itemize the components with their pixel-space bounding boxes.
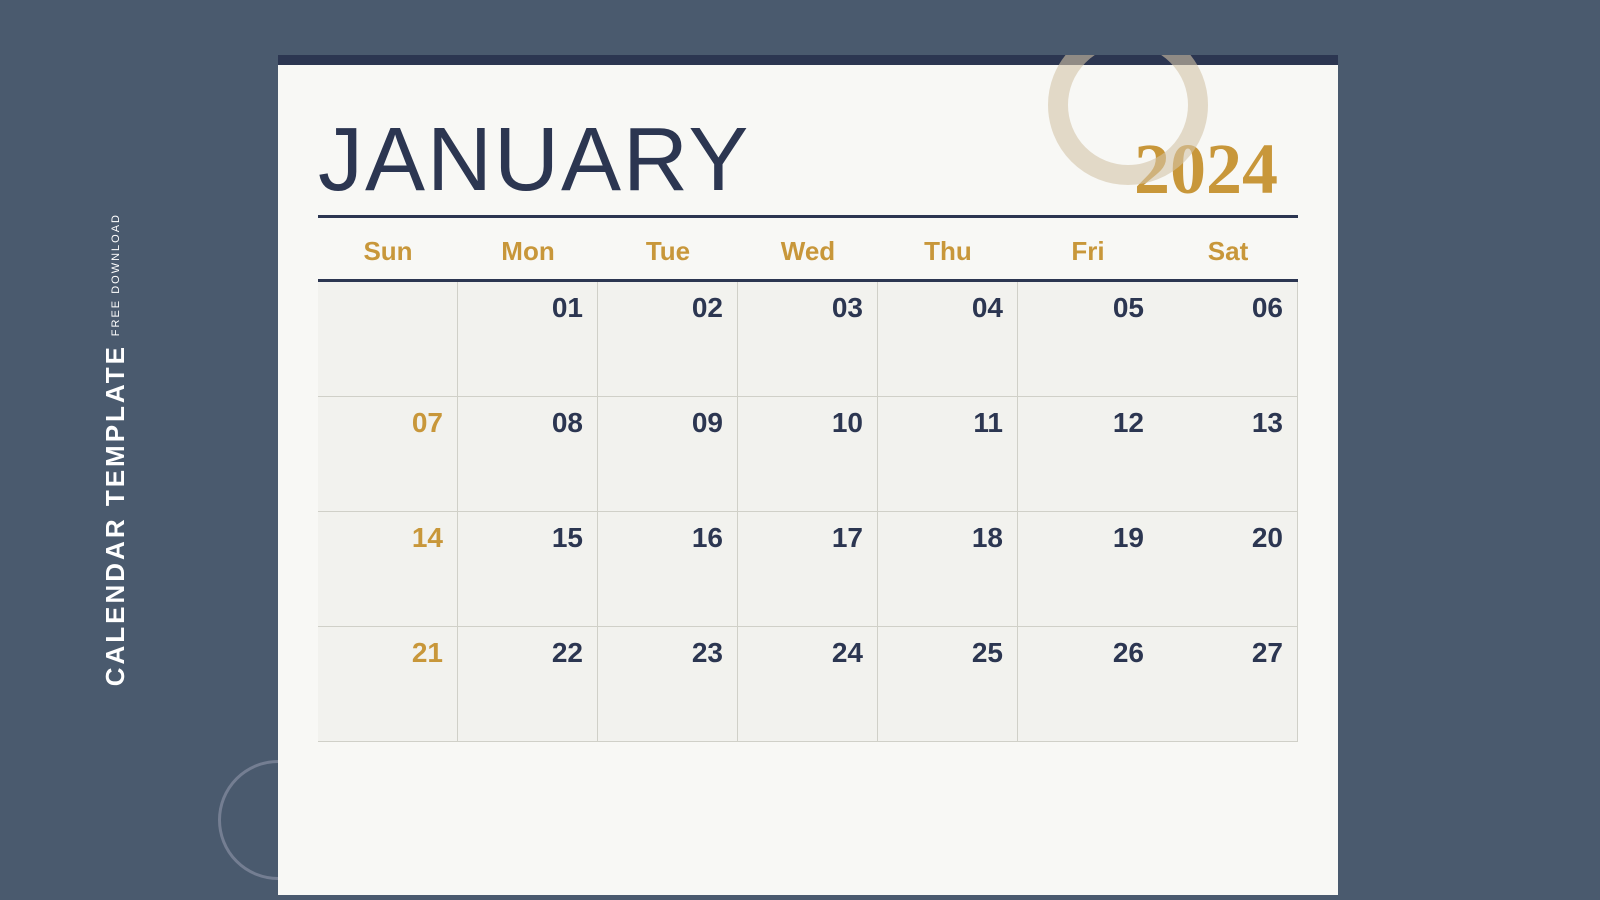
sidebar: FREE DOWNLOAD CALENDAR TEMPLATE — [100, 0, 131, 900]
calendar-cell-17: 17 — [738, 512, 878, 627]
date-04: 04 — [892, 292, 1003, 324]
calendar-cell-05: 05 — [1018, 282, 1158, 397]
calendar-cell-08: 08 — [458, 397, 598, 512]
date-14: 14 — [332, 522, 443, 554]
calendar-grid: Sun Mon Tue Wed Thu Fri Sat 01 02 03 04 … — [318, 218, 1298, 742]
day-header-sun: Sun — [318, 218, 458, 279]
calendar-cell-25: 25 — [878, 627, 1018, 742]
calendar-cell-02: 02 — [598, 282, 738, 397]
day-header-mon: Mon — [458, 218, 598, 279]
day-header-thu: Thu — [878, 218, 1018, 279]
calendar-cell-22: 22 — [458, 627, 598, 742]
calendar-cell-03: 03 — [738, 282, 878, 397]
date-13: 13 — [1172, 407, 1283, 439]
month-title: JANUARY — [318, 115, 750, 205]
day-header-wed: Wed — [738, 218, 878, 279]
calendar-cell-04: 04 — [878, 282, 1018, 397]
day-header-fri: Fri — [1018, 218, 1158, 279]
sidebar-free-download: FREE DOWNLOAD — [110, 213, 122, 336]
calendar-cell-10: 10 — [738, 397, 878, 512]
date-03: 03 — [752, 292, 863, 324]
calendar-cell-14: 14 — [318, 512, 458, 627]
calendar-cell-21: 21 — [318, 627, 458, 742]
calendar-cell-13: 13 — [1158, 397, 1298, 512]
date-02: 02 — [612, 292, 723, 324]
date-16: 16 — [612, 522, 723, 554]
day-header-tue: Tue — [598, 218, 738, 279]
date-06: 06 — [1172, 292, 1283, 324]
calendar-cell-19: 19 — [1018, 512, 1158, 627]
calendar-cell-09: 09 — [598, 397, 738, 512]
date-20: 20 — [1172, 522, 1283, 554]
date-07: 07 — [332, 407, 443, 439]
date-01: 01 — [472, 292, 583, 324]
sidebar-calendar-template: CALENDAR TEMPLATE — [100, 344, 131, 686]
date-12: 12 — [1032, 407, 1144, 439]
date-05: 05 — [1032, 292, 1144, 324]
calendar-cell-07: 07 — [318, 397, 458, 512]
date-15: 15 — [472, 522, 583, 554]
date-17: 17 — [752, 522, 863, 554]
date-24: 24 — [752, 637, 863, 669]
calendar-cell-23: 23 — [598, 627, 738, 742]
calendar-cell-01: 01 — [458, 282, 598, 397]
calendar-cell-15: 15 — [458, 512, 598, 627]
calendar-cell-16: 16 — [598, 512, 738, 627]
calendar-cell-27: 27 — [1158, 627, 1298, 742]
date-18: 18 — [892, 522, 1003, 554]
date-09: 09 — [612, 407, 723, 439]
calendar-cell-26: 26 — [1018, 627, 1158, 742]
calendar-cell-11: 11 — [878, 397, 1018, 512]
date-22: 22 — [472, 637, 583, 669]
day-header-sat: Sat — [1158, 218, 1298, 279]
calendar-cell-empty-w1-sun — [318, 282, 458, 397]
calendar-cell-12: 12 — [1018, 397, 1158, 512]
date-19: 19 — [1032, 522, 1144, 554]
date-26: 26 — [1032, 637, 1144, 669]
calendar-cell-24: 24 — [738, 627, 878, 742]
calendar-cell-20: 20 — [1158, 512, 1298, 627]
date-11: 11 — [892, 407, 1003, 439]
calendar-cell-18: 18 — [878, 512, 1018, 627]
date-25: 25 — [892, 637, 1003, 669]
date-23: 23 — [612, 637, 723, 669]
date-10: 10 — [752, 407, 863, 439]
date-21: 21 — [332, 637, 443, 669]
calendar-card: JANUARY 20 24 Sun Mon Tue Wed Thu Fri Sat… — [278, 55, 1338, 895]
date-08: 08 — [472, 407, 583, 439]
date-27: 27 — [1172, 637, 1283, 669]
calendar-cell-06: 06 — [1158, 282, 1298, 397]
